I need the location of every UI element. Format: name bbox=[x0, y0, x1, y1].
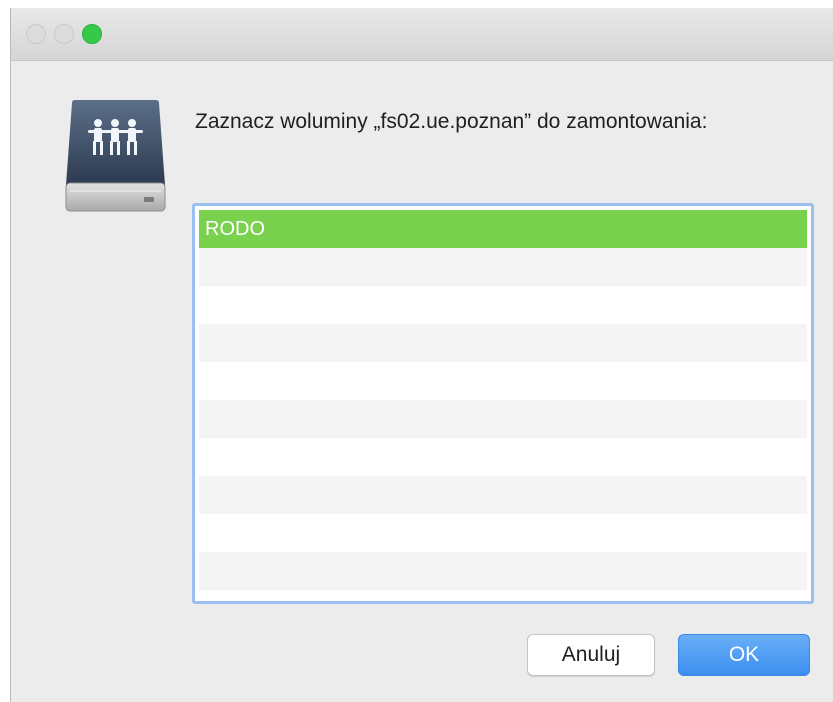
volume-label: RODO bbox=[205, 218, 265, 240]
dialog-message: Zaznacz woluminy „fs02.ue.poznan” do zam… bbox=[195, 110, 708, 133]
ok-button[interactable]: OK bbox=[678, 634, 810, 676]
volume-list-item[interactable]: RODO bbox=[199, 210, 807, 248]
minimize-window-button[interactable] bbox=[54, 24, 74, 44]
network-server-icon bbox=[65, 100, 166, 212]
close-window-button[interactable] bbox=[26, 24, 46, 44]
zoom-window-button[interactable] bbox=[82, 24, 102, 44]
volume-list[interactable]: RODO bbox=[192, 203, 814, 604]
mount-volumes-dialog: Zaznacz woluminy „fs02.ue.poznan” do zam… bbox=[10, 8, 833, 702]
cancel-button[interactable]: Anuluj bbox=[527, 634, 655, 676]
title-bar[interactable] bbox=[11, 8, 833, 61]
